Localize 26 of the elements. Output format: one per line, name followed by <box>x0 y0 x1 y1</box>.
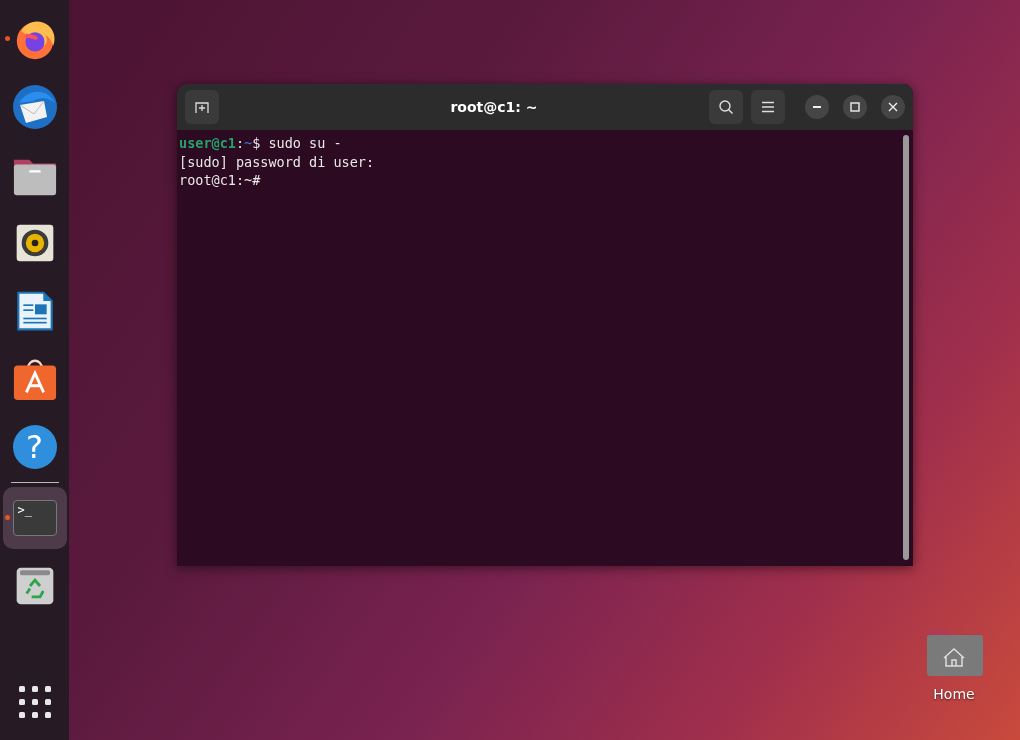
bird-envelope-icon <box>10 83 59 131</box>
terminal-line: user@c1:~$ sudo su - <box>179 134 343 153</box>
maximize-icon <box>850 102 860 112</box>
close-button[interactable] <box>881 95 905 119</box>
desktop-icon-label[interactable]: Home <box>933 686 975 702</box>
window-title: root@c1: ~ <box>449 99 539 115</box>
search-button[interactable] <box>709 90 743 124</box>
terminal-line: root@c1:~# <box>179 171 262 190</box>
minimize-button[interactable] <box>805 95 829 119</box>
new-tab-icon <box>195 100 209 114</box>
search-icon <box>718 99 734 115</box>
terminal-icon: >_ <box>12 500 57 536</box>
menu-button[interactable] <box>751 90 785 124</box>
dock-launcher[interactable]: ? <box>2 416 67 478</box>
maximize-button[interactable] <box>843 95 867 119</box>
running-indicator <box>4 515 10 520</box>
close-icon <box>888 102 898 112</box>
terminal-line: [sudo] password di user: <box>179 152 376 171</box>
running-indicator <box>4 36 10 41</box>
scrollbar[interactable] <box>903 135 909 560</box>
minimize-icon <box>813 106 821 108</box>
menu-icon <box>761 101 775 113</box>
help-icon: ? <box>12 425 57 469</box>
dock-item-highlight[interactable]: >_ <box>2 487 67 549</box>
app-grid-icon[interactable] <box>18 686 51 718</box>
new-tab-button[interactable] <box>185 90 219 124</box>
